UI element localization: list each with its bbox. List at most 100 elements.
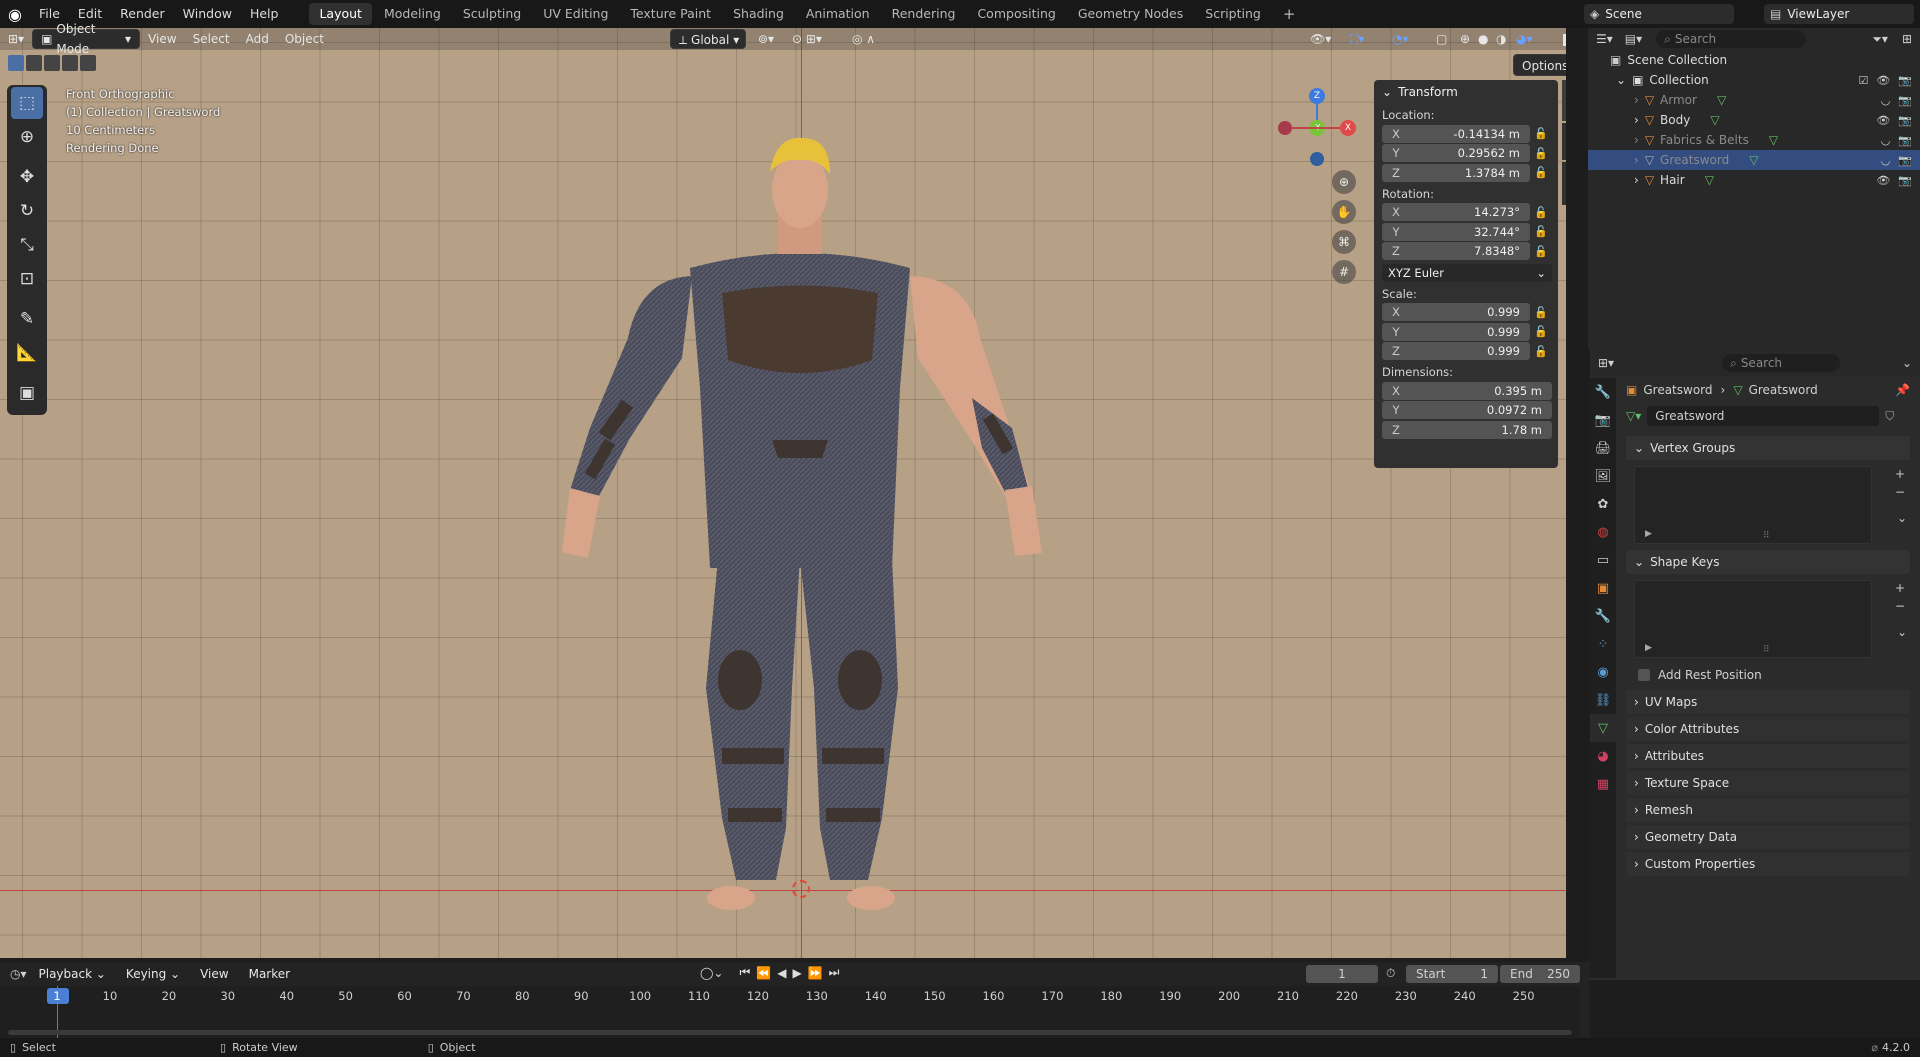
add-cube-tool-icon[interactable]: ▣ — [11, 377, 43, 409]
editor-type-icon[interactable]: ⊞▾ — [0, 29, 32, 49]
lock-icon[interactable]: 🔓 — [1530, 127, 1552, 140]
vertex-groups-panel-header[interactable]: ⌄ Vertex Groups — [1626, 436, 1910, 460]
cursor-tool-icon[interactable]: ⊕ — [11, 121, 43, 153]
tab-uv-editing[interactable]: UV Editing — [533, 3, 618, 25]
start-frame-field[interactable]: Start 1 — [1406, 965, 1498, 983]
timeline-editor-icon[interactable]: ◷▾ — [10, 967, 27, 981]
chevron-right-icon[interactable]: › — [1634, 153, 1639, 167]
texture-space-panel[interactable]: › Texture Space — [1626, 771, 1910, 795]
measure-tool-icon[interactable]: 📐 — [11, 337, 43, 369]
menu-keying[interactable]: Keying ⌄ — [118, 964, 188, 984]
fake-user-icon[interactable]: ⛉ — [1885, 409, 1894, 424]
snap-icon[interactable]: ⊙ ⊞▾ — [784, 29, 830, 49]
new-collection-icon[interactable]: ⊞ — [1902, 32, 1912, 46]
add-icon[interactable]: + — [1895, 581, 1905, 595]
menu-view[interactable]: View — [140, 29, 184, 49]
select-tool-icon[interactable]: ⬚ — [11, 87, 43, 119]
lock-icon[interactable]: 🔓 — [1530, 245, 1552, 258]
chevron-down-icon[interactable]: ⌄ — [1902, 356, 1912, 370]
resize-handle-icon[interactable]: ⠿ — [1763, 531, 1770, 541]
chevron-right-icon[interactable]: › — [1634, 173, 1639, 187]
visibility-icon[interactable]: 👁▾ — [1302, 29, 1339, 49]
auto-keying-icon[interactable]: ◯⌄ — [700, 966, 723, 980]
transform-panel-header[interactable]: ⌄ Transform — [1374, 80, 1558, 104]
add-icon[interactable]: + — [1895, 467, 1905, 481]
color-attributes-panel[interactable]: › Color Attributes — [1626, 717, 1910, 741]
output-properties-icon[interactable]: 🖨 — [1590, 434, 1616, 462]
menu-window[interactable]: Window — [174, 0, 241, 28]
render-properties-icon[interactable]: 📷 — [1590, 406, 1616, 434]
chevron-down-icon[interactable]: ⌄ — [1616, 73, 1626, 87]
rotation-z-field[interactable]: Z 7.8348° — [1382, 242, 1530, 261]
zoom-icon[interactable]: ⊕ — [1332, 170, 1356, 194]
tab-texture-paint[interactable]: Texture Paint — [620, 3, 721, 25]
remove-icon[interactable]: − — [1895, 485, 1905, 499]
remove-icon[interactable]: − — [1895, 599, 1905, 613]
tab-shading[interactable]: Shading — [723, 3, 794, 25]
resize-handle-icon[interactable]: ⠿ — [1763, 645, 1770, 655]
menu-add[interactable]: Add — [238, 29, 277, 49]
pivot-icon[interactable]: ⊚▾ — [750, 29, 782, 49]
select-invert-icon[interactable] — [62, 55, 78, 71]
remesh-panel[interactable]: › Remesh — [1626, 798, 1910, 822]
preview-range-icon[interactable]: ⏱ — [1386, 966, 1395, 981]
camera-icon[interactable]: 📷 — [1898, 154, 1912, 167]
tab-rendering[interactable]: Rendering — [882, 3, 966, 25]
dimensions-y-field[interactable]: Y 0.0972 m — [1382, 401, 1552, 420]
play-icon[interactable]: ▶ — [792, 966, 801, 980]
tab-geometry-nodes[interactable]: Geometry Nodes — [1068, 3, 1193, 25]
ortho-toggle-icon[interactable]: # — [1332, 260, 1356, 284]
physics-properties-icon[interactable]: ◉ — [1590, 658, 1616, 686]
world-properties-icon[interactable]: ◍ — [1590, 518, 1616, 546]
uv-maps-panel[interactable]: › UV Maps — [1626, 690, 1910, 714]
expand-icon[interactable]: ▶ — [1645, 643, 1652, 653]
eye-closed-icon[interactable]: ◡ — [1881, 134, 1891, 147]
shading-rendered-icon[interactable]: ◕▾ — [1508, 29, 1541, 49]
jump-start-icon[interactable]: ⏮ — [739, 965, 750, 980]
eye-closed-icon[interactable]: ◡ — [1881, 154, 1891, 167]
gizmo-z-axis[interactable]: Z — [1309, 88, 1325, 104]
gizmo-x-axis[interactable]: X — [1340, 120, 1356, 136]
mesh-data-name-field[interactable]: Greatsword — [1647, 406, 1880, 426]
menu-view[interactable]: View — [192, 964, 236, 984]
outliner-item-body[interactable]: › ▽ Body ▽ 👁 📷 — [1588, 110, 1920, 130]
collection-properties-icon[interactable]: ▭ — [1590, 546, 1616, 574]
rotation-mode-dropdown[interactable]: XYZ Euler ⌄ — [1382, 263, 1552, 282]
gizmo-toggle-icon[interactable]: ⛶▾ — [1342, 29, 1372, 49]
location-y-field[interactable]: Y 0.29562 m — [1382, 144, 1530, 163]
view-layer-selector[interactable]: ▤ ViewLayer — [1764, 4, 1914, 24]
dimensions-z-field[interactable]: Z 1.78 m — [1382, 420, 1552, 439]
overlay-toggle-icon[interactable]: ◔▾ — [1384, 29, 1417, 49]
scale-tool-icon[interactable]: ⤡ — [11, 229, 43, 261]
eye-icon[interactable]: 👁 — [1876, 174, 1890, 187]
blender-logo-icon[interactable]: ◉ — [0, 5, 30, 24]
navigation-gizmo[interactable]: Z -Y X — [1278, 88, 1358, 168]
lock-icon[interactable]: 🔓 — [1530, 306, 1552, 319]
outliner-item-greatsword[interactable]: › ▽ Greatsword ▽ ◡ 📷 — [1588, 150, 1920, 170]
camera-icon[interactable]: 📷 — [1898, 94, 1912, 107]
material-properties-icon[interactable]: ◕ — [1590, 742, 1616, 770]
scale-z-field[interactable]: Z 0.999 — [1382, 342, 1530, 361]
view-layer-properties-icon[interactable]: 🖼 — [1590, 462, 1616, 490]
timeline-ruler[interactable]: 1 10 20 30 40 50 60 70 80 90 100 110 120 130 140 150 160… — [0, 986, 1580, 1038]
data-properties-icon[interactable]: ▽ — [1590, 714, 1616, 742]
location-x-field[interactable]: X -0.14134 m — [1382, 124, 1530, 143]
select-intersect-icon[interactable] — [80, 55, 96, 71]
shape-keys-list[interactable]: ▶ ⠿ + − ⌄ — [1634, 580, 1907, 658]
chevron-down-icon[interactable]: ⌄ — [1897, 511, 1907, 525]
current-frame-field[interactable]: 1 — [1306, 965, 1378, 983]
rotation-x-field[interactable]: X 14.273° — [1382, 203, 1530, 222]
pin-icon[interactable]: 📌 — [1895, 383, 1910, 397]
attributes-panel[interactable]: › Attributes — [1626, 744, 1910, 768]
dimensions-x-field[interactable]: X 0.395 m — [1382, 381, 1552, 400]
tool-properties-icon[interactable]: 🔧 — [1590, 378, 1616, 406]
eye-icon[interactable]: 👁 — [1876, 114, 1890, 127]
camera-icon[interactable]: 📷 — [1898, 74, 1912, 87]
location-z-field[interactable]: Z 1.3784 m — [1382, 163, 1530, 182]
menu-marker[interactable]: Marker — [241, 964, 298, 984]
jump-keyframe-back-icon[interactable]: ⏪ — [756, 966, 771, 980]
menu-help[interactable]: Help — [241, 0, 288, 28]
camera-icon[interactable]: 📷 — [1898, 174, 1912, 187]
select-subtract-icon[interactable] — [44, 55, 60, 71]
lock-icon[interactable]: 🔓 — [1530, 225, 1552, 238]
